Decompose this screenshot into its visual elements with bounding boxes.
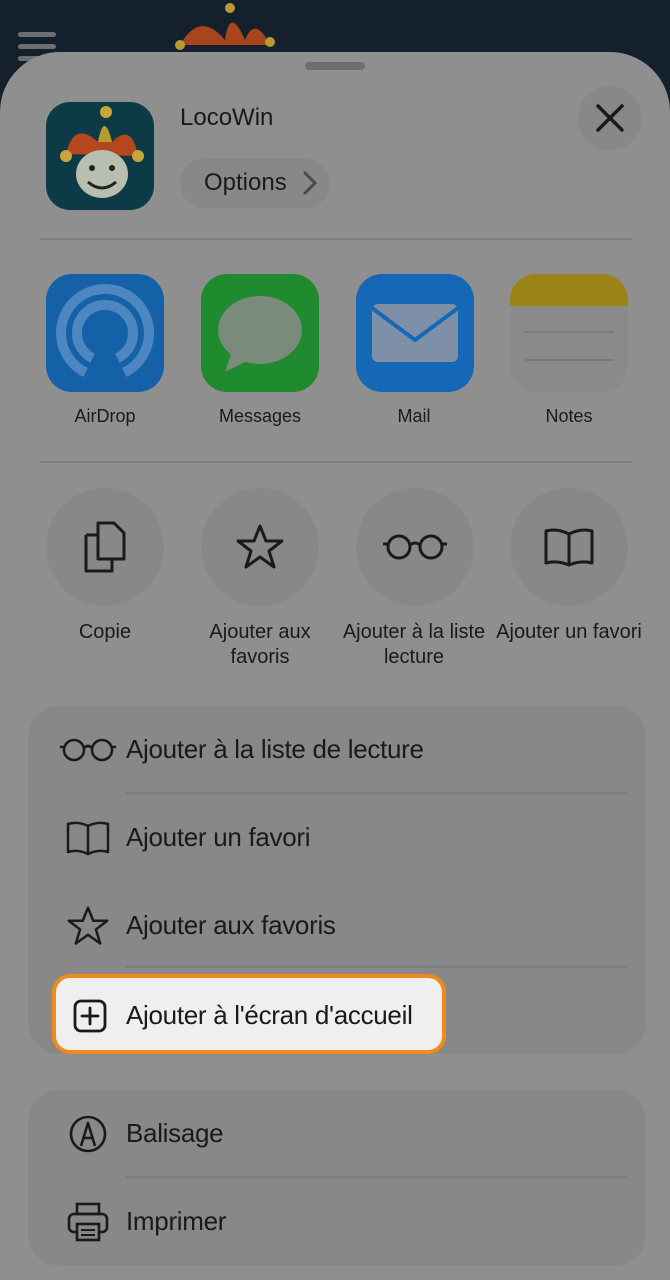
plus-square-icon — [73, 999, 107, 1033]
glasses-icon — [60, 738, 116, 762]
book-icon — [66, 821, 110, 856]
list-item-label: Ajouter aux favoris — [126, 910, 336, 940]
header-divider — [40, 238, 632, 240]
app-label-messages: Messages — [218, 406, 302, 426]
action-label-copy: Copie — [78, 621, 132, 643]
list-item-add-favorites[interactable]: Ajouter aux favoris — [28, 882, 646, 970]
options-label: Options — [204, 169, 287, 196]
app-label-notes: Notes — [545, 406, 593, 426]
glasses-icon — [383, 534, 447, 560]
app-label-mail: Mail — [397, 406, 431, 426]
list-item-print[interactable]: Imprimer — [28, 1178, 646, 1266]
chevron-right-icon — [303, 171, 318, 195]
action-copy-button[interactable] — [46, 488, 164, 606]
action-label-add-favorites: Ajouter aux favoris — [209, 621, 311, 668]
list-item-label: Balisage — [126, 1118, 224, 1148]
list-item-label: Imprimer — [126, 1206, 227, 1236]
mail-icon[interactable] — [356, 274, 474, 392]
sheet-grabber[interactable] — [305, 62, 365, 70]
app-label-airdrop: AirDrop — [74, 406, 136, 426]
close-icon — [596, 104, 624, 132]
airdrop-icon[interactable] — [46, 274, 164, 392]
list-item-markup[interactable]: Balisage — [28, 1090, 646, 1178]
printer-icon — [67, 1202, 109, 1242]
list-separator — [126, 966, 628, 968]
list-item-label: Ajouter à la liste de lecture — [126, 734, 424, 764]
list-item-label: Ajouter à l'écran d'accueil — [126, 1000, 413, 1030]
close-button[interactable] — [578, 86, 642, 150]
notes-icon[interactable] — [510, 274, 628, 392]
star-icon — [236, 524, 284, 569]
star-icon — [67, 906, 109, 945]
apps-divider — [40, 461, 632, 463]
copy-icon — [84, 521, 126, 573]
locowin-app-icon — [46, 102, 154, 210]
list-item-reading-list[interactable]: Ajouter à la liste de lecture — [28, 706, 646, 794]
action-label-reading-list: Ajouter à la liste lecture — [342, 621, 486, 668]
action-bookmark-button[interactable] — [510, 488, 628, 606]
list-item-label: Ajouter un favori — [126, 822, 311, 852]
share-sheet: LocoWin Options AirDrop Messages Mail No… — [0, 52, 670, 1280]
messages-icon[interactable] — [201, 274, 319, 392]
book-icon — [544, 528, 594, 567]
markup-icon — [69, 1115, 107, 1153]
action-add-favorites-button[interactable] — [201, 488, 319, 606]
list-item-add-to-home-screen[interactable]: Ajouter à l'écran d'accueil — [52, 974, 446, 1054]
action-reading-list-button[interactable] — [356, 488, 474, 606]
action-label-bookmark: Ajouter un favori — [496, 621, 642, 643]
shared-app-name: LocoWin — [180, 104, 274, 131]
background-jester-logo — [175, 3, 275, 50]
list-item-bookmark[interactable]: Ajouter un favori — [28, 794, 646, 882]
secondary-actions-group: Balisage Imprimer — [28, 1090, 646, 1266]
options-button[interactable]: Options — [180, 158, 330, 208]
